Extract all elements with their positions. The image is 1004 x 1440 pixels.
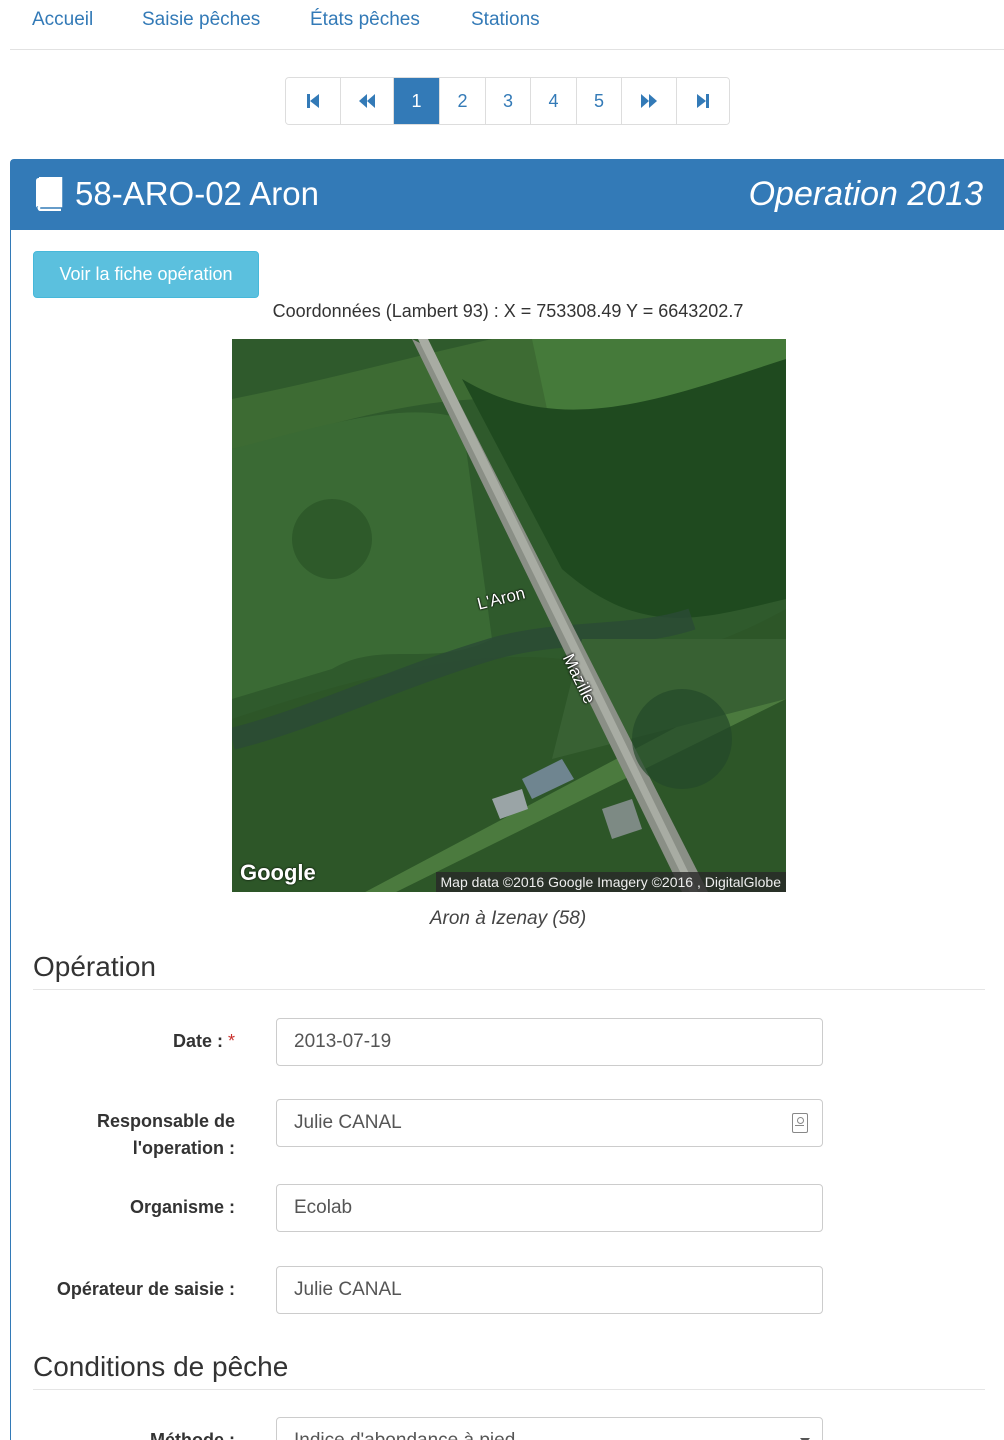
page-2-button[interactable]: 2 <box>440 78 486 124</box>
first-page-button[interactable] <box>286 78 341 124</box>
nav-saisie-peches[interactable]: Saisie pêches <box>142 9 260 31</box>
next-pages-button[interactable] <box>622 78 677 124</box>
responsable-field[interactable]: Julie CANAL <box>276 1099 823 1147</box>
station-title: 58-ARO-02 Aron <box>33 175 319 213</box>
page-4-button[interactable]: 4 <box>531 78 577 124</box>
map-caption: Aron à Izenay (58) <box>429 908 587 929</box>
book-icon <box>36 177 63 211</box>
organisme-label: Organisme : <box>129 1197 235 1217</box>
contact-card-icon <box>792 1113 808 1133</box>
voir-fiche-operation-button[interactable]: Voir la fiche opération <box>33 251 259 298</box>
top-nav: Accueil Saisie pêches États pêches Stati… <box>10 0 1004 50</box>
fast-forward-icon <box>641 94 657 108</box>
nav-accueil[interactable]: Accueil <box>32 9 93 31</box>
methode-select[interactable]: Indice d'abondance à pied <box>276 1417 823 1440</box>
responsable-value: Julie CANAL <box>294 1112 402 1133</box>
operateur-label: Opérateur de saisie : <box>56 1279 235 1299</box>
step-backward-icon <box>307 94 319 108</box>
page-1-button[interactable]: 1 <box>394 78 440 124</box>
step-forward-icon <box>697 94 709 108</box>
map-attribution: Map data ©2016 Google Imagery ©2016 , Di… <box>435 872 786 892</box>
responsable-label: Responsable de l'operation : <box>96 1111 235 1158</box>
methode-value: Indice d'abondance à pied <box>294 1430 515 1440</box>
coordinates-text: Coordonnées (Lambert 93) : X = 753308.49… <box>272 301 744 321</box>
nav-stations[interactable]: Stations <box>471 9 540 31</box>
page-5-button[interactable]: 5 <box>577 78 622 124</box>
panel-heading: 58-ARO-02 Aron Operation 2013 <box>11 160 1004 230</box>
station-name: 58-ARO-02 Aron <box>75 175 319 212</box>
satellite-map[interactable]: L'Aron Mazille Google Map data ©2016 Goo… <box>232 339 786 892</box>
pagination: 1 2 3 4 5 <box>285 77 730 125</box>
operation-section-title: Opération <box>33 951 985 990</box>
station-panel: 58-ARO-02 Aron Operation 2013 Voir la fi… <box>10 159 1004 1440</box>
prev-pages-button[interactable] <box>341 78 394 124</box>
fast-backward-icon <box>359 94 375 108</box>
organisme-field[interactable]: Ecolab <box>276 1184 823 1232</box>
map-imagery <box>232 339 786 892</box>
operation-year: Operation 2013 <box>748 175 983 213</box>
date-field[interactable]: 2013-07-19 <box>276 1018 823 1066</box>
operateur-field[interactable]: Julie CANAL <box>276 1266 823 1314</box>
page-3-button[interactable]: 3 <box>486 78 531 124</box>
date-label: Date : * <box>172 1031 235 1051</box>
methode-label: Méthode : <box>150 1430 235 1440</box>
conditions-section-title: Conditions de pêche <box>33 1351 985 1390</box>
last-page-button[interactable] <box>677 78 729 124</box>
google-logo: Google <box>240 860 316 885</box>
required-marker: * <box>227 1031 235 1051</box>
nav-etats-peches[interactable]: États pêches <box>310 9 420 31</box>
